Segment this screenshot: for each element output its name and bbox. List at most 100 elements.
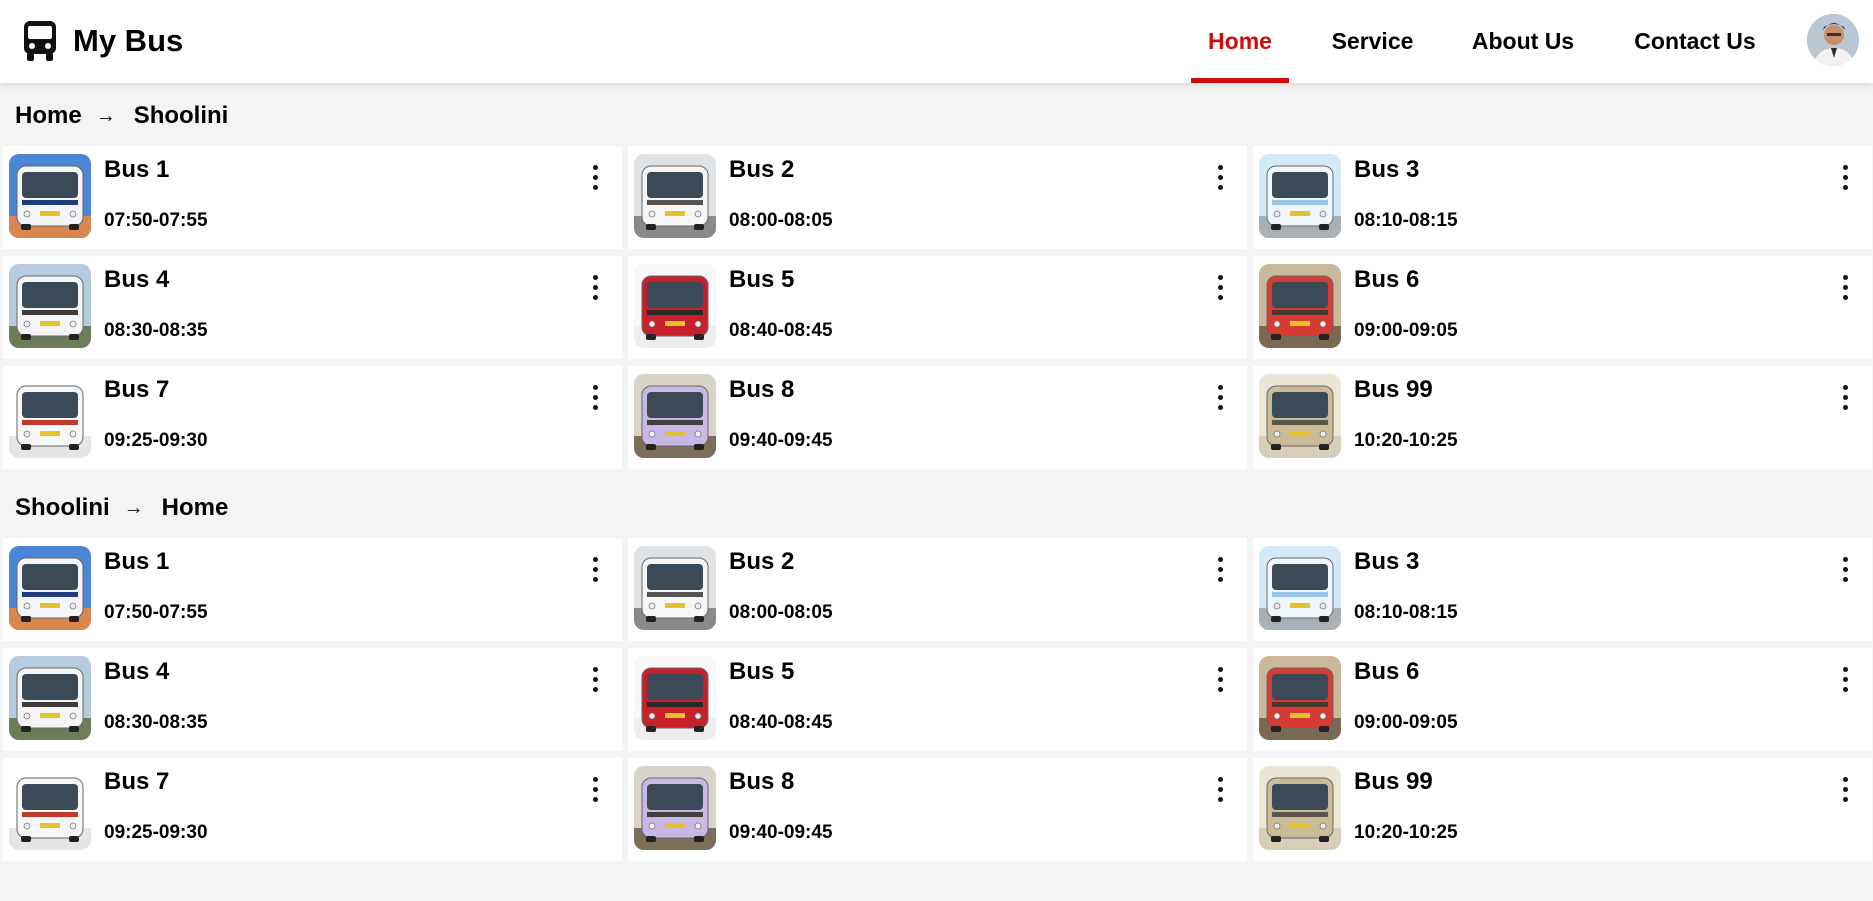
more-options-icon[interactable] <box>1838 554 1852 584</box>
bus-thumbnail <box>9 656 91 740</box>
bus-card[interactable]: Bus 3 08:10-08:15 <box>1253 146 1872 249</box>
bus-thumbnail <box>634 546 716 630</box>
bus-name: Bus 5 <box>729 658 795 685</box>
bus-name: Bus 1 <box>104 156 170 183</box>
bus-thumbnail <box>9 766 91 850</box>
bus-thumbnail <box>1259 656 1341 740</box>
bus-time: 07:50-07:55 <box>104 210 208 231</box>
bus-card[interactable]: Bus 2 08:00-08:05 <box>628 538 1247 641</box>
more-options-icon[interactable] <box>1838 162 1852 192</box>
nav-service[interactable]: Service <box>1325 0 1420 83</box>
bus-time: 08:00-08:05 <box>729 602 833 623</box>
brand[interactable]: My Bus <box>22 20 183 62</box>
more-options-icon[interactable] <box>1838 774 1852 804</box>
bus-name: Bus 99 <box>1354 768 1433 795</box>
bus-name: Bus 8 <box>729 376 795 403</box>
bus-card[interactable]: Bus 2 08:00-08:05 <box>628 146 1247 249</box>
more-options-icon[interactable] <box>1838 382 1852 412</box>
bus-time: 09:40-09:45 <box>729 430 833 451</box>
bus-time: 09:25-09:30 <box>104 822 208 843</box>
more-options-icon[interactable] <box>588 162 602 192</box>
bus-thumbnail <box>634 154 716 238</box>
bus-card[interactable]: Bus 5 08:40-08:45 <box>628 256 1247 359</box>
more-options-icon[interactable] <box>588 664 602 694</box>
bus-card[interactable]: Bus 4 08:30-08:35 <box>3 648 622 751</box>
nav-home[interactable]: Home <box>1191 0 1289 83</box>
arrow-right-icon: → <box>95 104 116 127</box>
bus-time: 08:00-08:05 <box>729 210 833 231</box>
bus-card[interactable]: Bus 7 09:25-09:30 <box>3 366 622 469</box>
bus-card[interactable]: Bus 99 10:20-10:25 <box>1253 758 1872 861</box>
bus-thumbnail <box>1259 374 1341 458</box>
route-from: Home <box>15 102 82 129</box>
bus-name: Bus 3 <box>1354 548 1420 575</box>
bus-name: Bus 2 <box>729 548 795 575</box>
bus-name: Bus 7 <box>104 768 170 795</box>
nav-about-us[interactable]: About Us <box>1465 0 1581 83</box>
route-from: Shoolini <box>15 494 110 521</box>
bus-card[interactable]: Bus 6 09:00-09:05 <box>1253 648 1872 751</box>
more-options-icon[interactable] <box>588 382 602 412</box>
bus-name: Bus 7 <box>104 376 170 403</box>
more-options-icon[interactable] <box>1213 382 1227 412</box>
bus-card[interactable]: Bus 8 09:40-09:45 <box>628 366 1247 469</box>
bus-thumbnail <box>1259 766 1341 850</box>
route-to: Home <box>161 494 229 521</box>
route-heading: Home → Shoolini <box>15 101 228 131</box>
more-options-icon[interactable] <box>588 272 602 302</box>
bus-name: Bus 6 <box>1354 266 1420 293</box>
user-avatar[interactable] <box>1807 14 1859 66</box>
bus-thumbnail <box>634 264 716 348</box>
bus-thumbnail <box>1259 154 1341 238</box>
bus-name: Bus 3 <box>1354 156 1420 183</box>
more-options-icon[interactable] <box>588 774 602 804</box>
bus-card[interactable]: Bus 5 08:40-08:45 <box>628 648 1247 751</box>
bus-name: Bus 8 <box>729 768 795 795</box>
bus-card[interactable]: Bus 1 07:50-07:55 <box>3 538 622 641</box>
bus-name: Bus 5 <box>729 266 795 293</box>
bus-thumbnail <box>1259 546 1341 630</box>
bus-time: 09:40-09:45 <box>729 822 833 843</box>
bus-card[interactable]: Bus 99 10:20-10:25 <box>1253 366 1872 469</box>
bus-name: Bus 4 <box>104 266 170 293</box>
route-to: Shoolini <box>133 102 229 129</box>
bus-time: 10:20-10:25 <box>1354 822 1458 843</box>
bus-time: 09:00-09:05 <box>1354 320 1458 341</box>
bus-thumbnail <box>9 374 91 458</box>
bus-time: 08:40-08:45 <box>729 320 833 341</box>
bus-name: Bus 1 <box>104 548 170 575</box>
more-options-icon[interactable] <box>1838 272 1852 302</box>
more-options-icon[interactable] <box>1213 554 1227 584</box>
bus-time: 08:40-08:45 <box>729 712 833 733</box>
more-options-icon[interactable] <box>1213 272 1227 302</box>
bus-card[interactable]: Bus 7 09:25-09:30 <box>3 758 622 861</box>
bus-card[interactable]: Bus 3 08:10-08:15 <box>1253 538 1872 641</box>
nav-contact-us[interactable]: Contact Us <box>1627 0 1763 83</box>
bus-icon <box>24 21 56 61</box>
bus-thumbnail <box>634 374 716 458</box>
bus-time: 08:10-08:15 <box>1354 602 1458 623</box>
more-options-icon[interactable] <box>1213 162 1227 192</box>
more-options-icon[interactable] <box>1838 664 1852 694</box>
bus-name: Bus 99 <box>1354 376 1433 403</box>
bus-name: Bus 2 <box>729 156 795 183</box>
more-options-icon[interactable] <box>1213 664 1227 694</box>
bus-thumbnail <box>634 766 716 850</box>
bus-time: 08:30-08:35 <box>104 320 208 341</box>
more-options-icon[interactable] <box>588 554 602 584</box>
bus-card[interactable]: Bus 8 09:40-09:45 <box>628 758 1247 861</box>
bus-thumbnail <box>9 264 91 348</box>
more-options-icon[interactable] <box>1213 774 1227 804</box>
route-heading: Shoolini → Home <box>15 493 228 523</box>
bus-thumbnail <box>9 154 91 238</box>
bus-thumbnail <box>634 656 716 740</box>
bus-time: 08:10-08:15 <box>1354 210 1458 231</box>
bus-card[interactable]: Bus 4 08:30-08:35 <box>3 256 622 359</box>
bus-card[interactable]: Bus 6 09:00-09:05 <box>1253 256 1872 359</box>
bus-time: 08:30-08:35 <box>104 712 208 733</box>
bus-time: 09:00-09:05 <box>1354 712 1458 733</box>
bus-time: 09:25-09:30 <box>104 430 208 451</box>
top-navbar: My Bus Home Service About Us Contact Us <box>0 0 1873 83</box>
bus-card[interactable]: Bus 1 07:50-07:55 <box>3 146 622 249</box>
bus-thumbnail <box>9 546 91 630</box>
